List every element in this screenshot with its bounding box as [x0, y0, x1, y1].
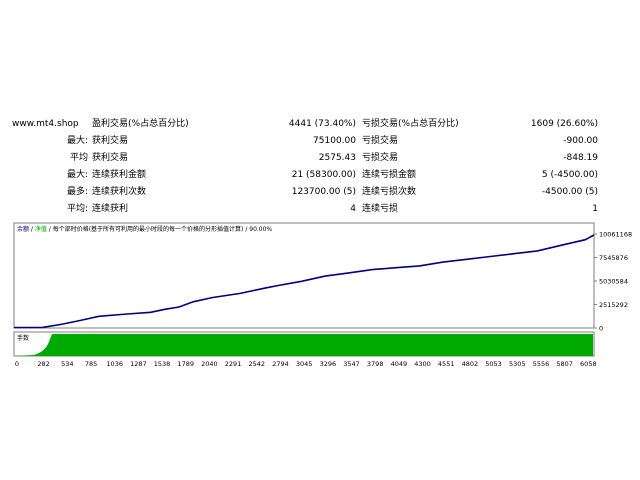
consecutive-loss-amount-value: 5 (-4500.00)	[541, 170, 598, 180]
volume-area	[14, 334, 593, 356]
y-tick-label: 10061168	[599, 231, 632, 239]
largest-loss-value: -900.00	[563, 136, 598, 146]
y-tick-label: 0	[599, 325, 603, 333]
main-plot-frame	[13, 222, 595, 329]
x-tick-label: 5053	[485, 360, 502, 368]
report-stats-table: www.mt4.shop 盈利交易(%占总百分比) 4441 (73.40%) …	[0, 110, 640, 222]
average-consecutive-loss-value: 1	[592, 204, 598, 214]
consecutive-profit-amount-value: 21 (58300.00)	[291, 170, 356, 180]
stats-row: 最大: 连续获利金额 21 (58300.00) 连续亏损金额 5 (-4500…	[0, 167, 640, 184]
largest-profit-value: 75100.00	[313, 136, 356, 146]
x-tick-label: 5556	[533, 360, 550, 368]
y-tick-label: 7545876	[599, 254, 628, 262]
row-prefix: 最大:	[66, 170, 88, 180]
x-tick-label: 2040	[201, 360, 218, 368]
x-tick-label: 2291	[225, 360, 242, 368]
x-tick-label: 5305	[509, 360, 526, 368]
x-tick-label: 6058	[580, 360, 597, 368]
x-tick-label: 282	[37, 360, 49, 368]
y-tick-label: 2515292	[599, 301, 628, 309]
x-tick-label: 3045	[296, 360, 313, 368]
legend-balance: 余额	[17, 225, 29, 233]
x-tick-label: 2794	[272, 360, 289, 368]
x-tick-label: 3296	[320, 360, 337, 368]
row-prefix: 最多:	[66, 187, 88, 197]
row-prefix: 平均	[69, 153, 88, 163]
stats-row: 最多: 连续获利次数 123700.00 (5) 连续亏损次数 -4500.00…	[0, 184, 640, 201]
x-tick-label: 4551	[438, 360, 455, 368]
average-profit-label: 获利交易	[92, 153, 129, 163]
stats-row: 平均 获利交易 2575.43 亏损交易 -848.19	[0, 150, 640, 167]
x-tick-label: 4049	[391, 360, 408, 368]
profit-trades-value: 4441 (73.40%)	[288, 119, 356, 129]
balance-chart-svg: 余额 / 净值 / 每个部时价格(基于所有可利用的最小时段的每一个价格的分形插值…	[13, 222, 632, 368]
average-consecutive-profit-value: 4	[350, 204, 356, 214]
stats-row: 平均: 连续获利 4 连续亏损 1	[0, 201, 640, 218]
stats-row: 最大: 获利交易 75100.00 亏损交易 -900.00	[0, 133, 640, 150]
x-tick-label: 4300	[414, 360, 431, 368]
balance-chart: 余额 / 净值 / 每个部时价格(基于所有可利用的最小时段的每一个价格的分形插值…	[0, 222, 640, 372]
stats-row: www.mt4.shop 盈利交易(%占总百分比) 4441 (73.40%) …	[0, 116, 640, 133]
x-tick-label: 1287	[130, 360, 147, 368]
loss-trades-label: 亏损交易(%占总百分比)	[362, 119, 459, 129]
consecutive-profit-count-value: 123700.00 (5)	[291, 187, 356, 197]
x-tick-label: 1789	[177, 360, 194, 368]
row-prefix: 平均:	[66, 204, 88, 214]
x-tick-label: 5807	[556, 360, 573, 368]
volume-panel-label: 手数	[17, 334, 29, 342]
x-tick-label: 785	[85, 360, 97, 368]
x-tick-label: 1036	[106, 360, 123, 368]
site-label: www.mt4.shop	[12, 119, 79, 129]
consecutive-profit-amount-label: 连续获利金额	[92, 170, 147, 180]
average-consecutive-profit-label: 连续获利	[92, 204, 129, 214]
legend-description: 每个部时价格(基于所有可利用的最小时段的每一个价格的分形插值计算)	[53, 225, 244, 233]
x-tick-label: 534	[61, 360, 73, 368]
row-prefix: 最大:	[66, 136, 88, 146]
x-tick-label: 2542	[248, 360, 265, 368]
consecutive-loss-count-value: -4500.00 (5)	[541, 187, 598, 197]
largest-loss-label: 亏损交易	[362, 136, 399, 146]
y-axis: 10061168 7545876 5030584 2515292 0	[594, 231, 632, 333]
consecutive-loss-amount-label: 连续亏损金额	[362, 170, 417, 180]
profit-trades-label: 盈利交易(%占总百分比)	[92, 119, 189, 129]
x-tick-label: 4802	[462, 360, 479, 368]
legend-equity: 净值	[35, 225, 47, 233]
x-tick-label: 1538	[154, 360, 171, 368]
consecutive-loss-count-label: 连续亏损次数	[362, 187, 417, 197]
x-tick-label: 0	[15, 360, 19, 368]
average-consecutive-loss-label: 连续亏损	[362, 204, 399, 214]
legend-line: 余额 / 净值 / 每个部时价格(基于所有可利用的最小时段的每一个价格的分形插值…	[17, 225, 272, 233]
largest-profit-label: 获利交易	[92, 136, 129, 146]
consecutive-profit-count-label: 连续获利次数	[92, 187, 147, 197]
x-tick-label: 3547	[343, 360, 360, 368]
x-axis: 0 282 534 785 1036 1287 1538 1789 2040 2291 2542 27…	[15, 360, 597, 368]
top-blank-area	[0, 0, 640, 110]
average-loss-label: 亏损交易	[362, 153, 399, 163]
x-tick-label: 3798	[367, 360, 384, 368]
average-loss-value: -848.19	[563, 153, 598, 163]
y-tick-label: 5030584	[599, 278, 628, 286]
average-profit-value: 2575.43	[318, 153, 356, 163]
loss-trades-value: 1609 (26.60%)	[530, 119, 598, 129]
legend-quality: 90.00%	[249, 226, 272, 233]
